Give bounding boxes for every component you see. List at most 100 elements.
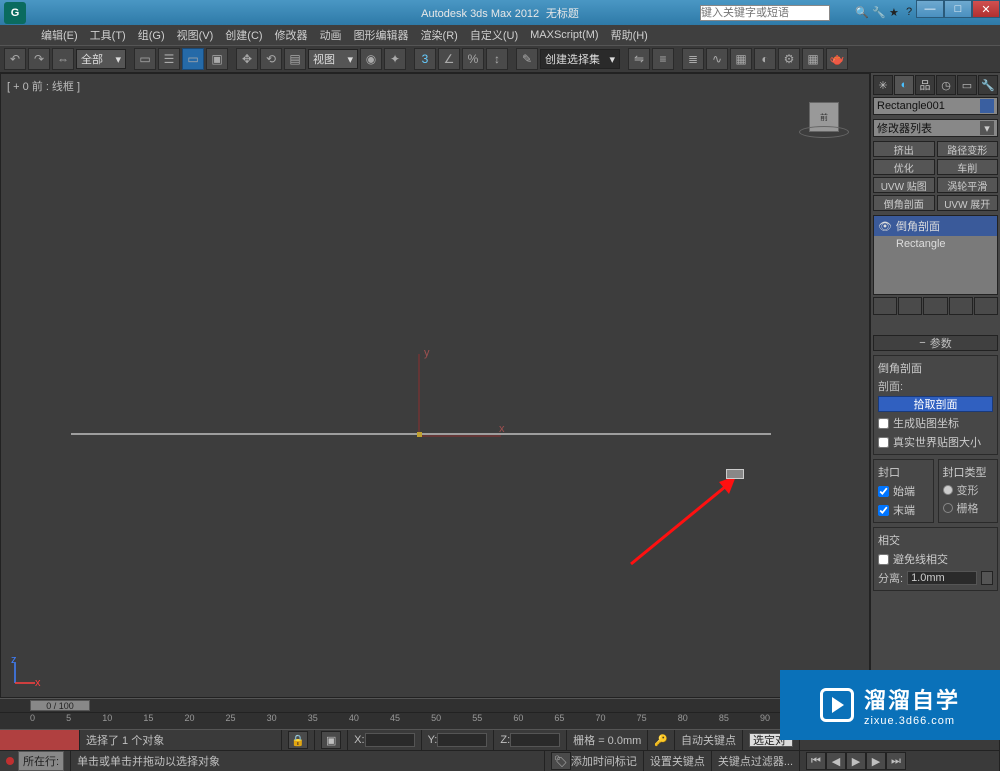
render-frame-button[interactable]: ▦ — [802, 48, 824, 70]
goto-start-icon[interactable]: ⏮ — [806, 752, 826, 770]
render-button[interactable]: 🫖 — [826, 48, 848, 70]
x-input[interactable] — [365, 733, 415, 747]
viewport[interactable]: [ + 0 前 : 线框 ] 前 y x z x — [0, 73, 870, 698]
tab-utilities[interactable]: 🔧 — [978, 75, 998, 95]
lock-icon[interactable]: 🔒 — [288, 731, 308, 749]
btn-bevelprofile[interactable]: 倒角剖面 — [873, 195, 935, 211]
chk-gen-map-coords[interactable]: 生成贴图坐标 — [878, 415, 993, 431]
maximize-button[interactable]: □ — [944, 0, 972, 18]
pick-profile-button[interactable]: 拾取剖面 — [878, 396, 993, 412]
window-crossing-button[interactable]: ▣ — [206, 48, 228, 70]
btn-optimize[interactable]: 优化 — [873, 159, 935, 175]
menu-rendering[interactable]: 渲染(R) — [415, 25, 464, 45]
menu-tools[interactable]: 工具(T) — [84, 25, 132, 45]
refcoord-combo[interactable]: 视图▾ — [308, 49, 358, 69]
menu-customize[interactable]: 自定义(U) — [464, 25, 524, 45]
timetag-icon[interactable]: 🏷 — [551, 752, 571, 770]
btn-extrude[interactable]: 挤出 — [873, 141, 935, 157]
menu-grapheditors[interactable]: 图形编辑器 — [348, 25, 415, 45]
curve-editor-button[interactable]: ∿ — [706, 48, 728, 70]
select-name-button[interactable]: ☰ — [158, 48, 180, 70]
mirror-button[interactable]: ⇋ — [628, 48, 650, 70]
y-input[interactable] — [437, 733, 487, 747]
move-button[interactable]: ✥ — [236, 48, 258, 70]
help-search-input[interactable] — [700, 5, 830, 21]
rotate-button[interactable]: ⟲ — [260, 48, 282, 70]
redo-button[interactable]: ↷ — [28, 48, 50, 70]
chk-realworld-map[interactable]: 真实世界贴图大小 — [878, 434, 993, 450]
menu-group[interactable]: 组(G) — [132, 25, 171, 45]
percent-snap-toggle[interactable]: % — [462, 48, 484, 70]
add-time-tag[interactable]: 添加时间标记 — [571, 753, 637, 769]
setkey-button[interactable]: 设置关键点 — [644, 751, 712, 771]
spinner-snap-toggle[interactable]: ↕ — [486, 48, 508, 70]
radio-grid[interactable]: 栅格 — [943, 500, 994, 516]
isolate-icon[interactable]: ▣ — [321, 731, 341, 749]
modifier-list-combo[interactable]: 修改器列表 ▾ — [873, 119, 998, 137]
selection-filter-combo[interactable]: 全部▾ — [76, 49, 126, 69]
search-icon[interactable]: 🔍 — [855, 6, 869, 20]
radio-morph[interactable]: 变形 — [943, 482, 994, 498]
btn-turbosmooth[interactable]: 涡轮平滑 — [937, 177, 999, 193]
btn-lathe[interactable]: 车削 — [937, 159, 999, 175]
align-button[interactable]: ≡ — [652, 48, 674, 70]
spinner-separation[interactable]: 1.0mm — [907, 571, 977, 585]
modifier-stack[interactable]: 👁 倒角剖面 Rectangle — [873, 215, 998, 295]
menu-animation[interactable]: 动画 — [314, 25, 348, 45]
key-icon[interactable]: 🔧 — [872, 6, 886, 20]
chk-cap-start[interactable]: 始端 — [878, 483, 929, 499]
stack-item-rectangle[interactable]: Rectangle — [874, 236, 997, 252]
named-selset-combo[interactable]: 创建选择集▾ — [540, 49, 620, 69]
tab-display[interactable]: ▭ — [957, 75, 977, 95]
prev-frame-icon[interactable]: ◀ — [826, 752, 846, 770]
key-icon-2[interactable]: 🔑 — [654, 734, 668, 747]
remove-mod-button[interactable] — [949, 297, 973, 315]
scale-button[interactable]: ▤ — [284, 48, 306, 70]
show-result-button[interactable] — [898, 297, 922, 315]
select-button[interactable]: ▭ — [134, 48, 156, 70]
tab-motion[interactable]: ◷ — [936, 75, 956, 95]
menu-help[interactable]: 帮助(H) — [605, 25, 654, 45]
autokey-button[interactable]: 自动关键点 — [675, 730, 743, 750]
btn-uvwunwrap[interactable]: UVW 展开 — [937, 195, 999, 211]
object-color-swatch[interactable] — [980, 99, 994, 113]
schematic-button[interactable]: ▦ — [730, 48, 752, 70]
tab-modify[interactable]: ◐ — [894, 75, 914, 95]
layers-button[interactable]: ≣ — [682, 48, 704, 70]
eye-icon[interactable]: 👁 — [878, 220, 892, 233]
tab-hierarchy[interactable]: 品 — [915, 75, 935, 95]
chk-avoid-intersect[interactable]: 避免线相交 — [878, 551, 993, 567]
configure-sets-button[interactable] — [974, 297, 998, 315]
close-button[interactable]: ✕ — [972, 0, 1000, 18]
snap-toggle[interactable]: 3 — [414, 48, 436, 70]
time-slider-thumb[interactable]: 0 / 100 — [30, 700, 90, 711]
link-button[interactable]: ⇔ — [52, 48, 74, 70]
pivot-button[interactable]: ◉ — [360, 48, 382, 70]
angle-snap-toggle[interactable]: ∠ — [438, 48, 460, 70]
stack-item-bevelprofile[interactable]: 👁 倒角剖面 — [874, 216, 997, 236]
menu-maxscript[interactable]: MAXScript(M) — [524, 27, 604, 43]
z-input[interactable] — [510, 733, 560, 747]
keyfilter-button[interactable]: 关键点过滤器... — [712, 751, 800, 771]
named-sel-icon[interactable]: ✎ — [516, 48, 538, 70]
star-icon[interactable]: ★ — [889, 6, 903, 20]
select-region-button[interactable]: ▭ — [182, 48, 204, 70]
manipulate-button[interactable]: ✦ — [384, 48, 406, 70]
material-editor-button[interactable]: ◐ — [754, 48, 776, 70]
play-icon[interactable]: ▶ — [846, 752, 866, 770]
chevron-down-icon[interactable]: ▾ — [980, 121, 994, 135]
menu-edit[interactable]: 编辑(E) — [35, 25, 84, 45]
make-unique-button[interactable] — [923, 297, 947, 315]
menu-views[interactable]: 视图(V) — [171, 25, 220, 45]
rollout-params-header[interactable]: − 参数 — [873, 335, 998, 351]
menu-modifiers[interactable]: 修改器 — [269, 25, 314, 45]
object-name-field[interactable]: Rectangle001 — [873, 97, 998, 115]
btn-uvwmap[interactable]: UVW 贴图 — [873, 177, 935, 193]
chk-cap-end[interactable]: 末端 — [878, 502, 929, 518]
btn-pathdeform[interactable]: 路径变形 — [937, 141, 999, 157]
render-setup-button[interactable]: ⚙ — [778, 48, 800, 70]
next-frame-icon[interactable]: ▶ — [866, 752, 886, 770]
goto-end-icon[interactable]: ⏭ — [886, 752, 906, 770]
pin-stack-button[interactable] — [873, 297, 897, 315]
app-icon[interactable]: G — [4, 2, 26, 24]
